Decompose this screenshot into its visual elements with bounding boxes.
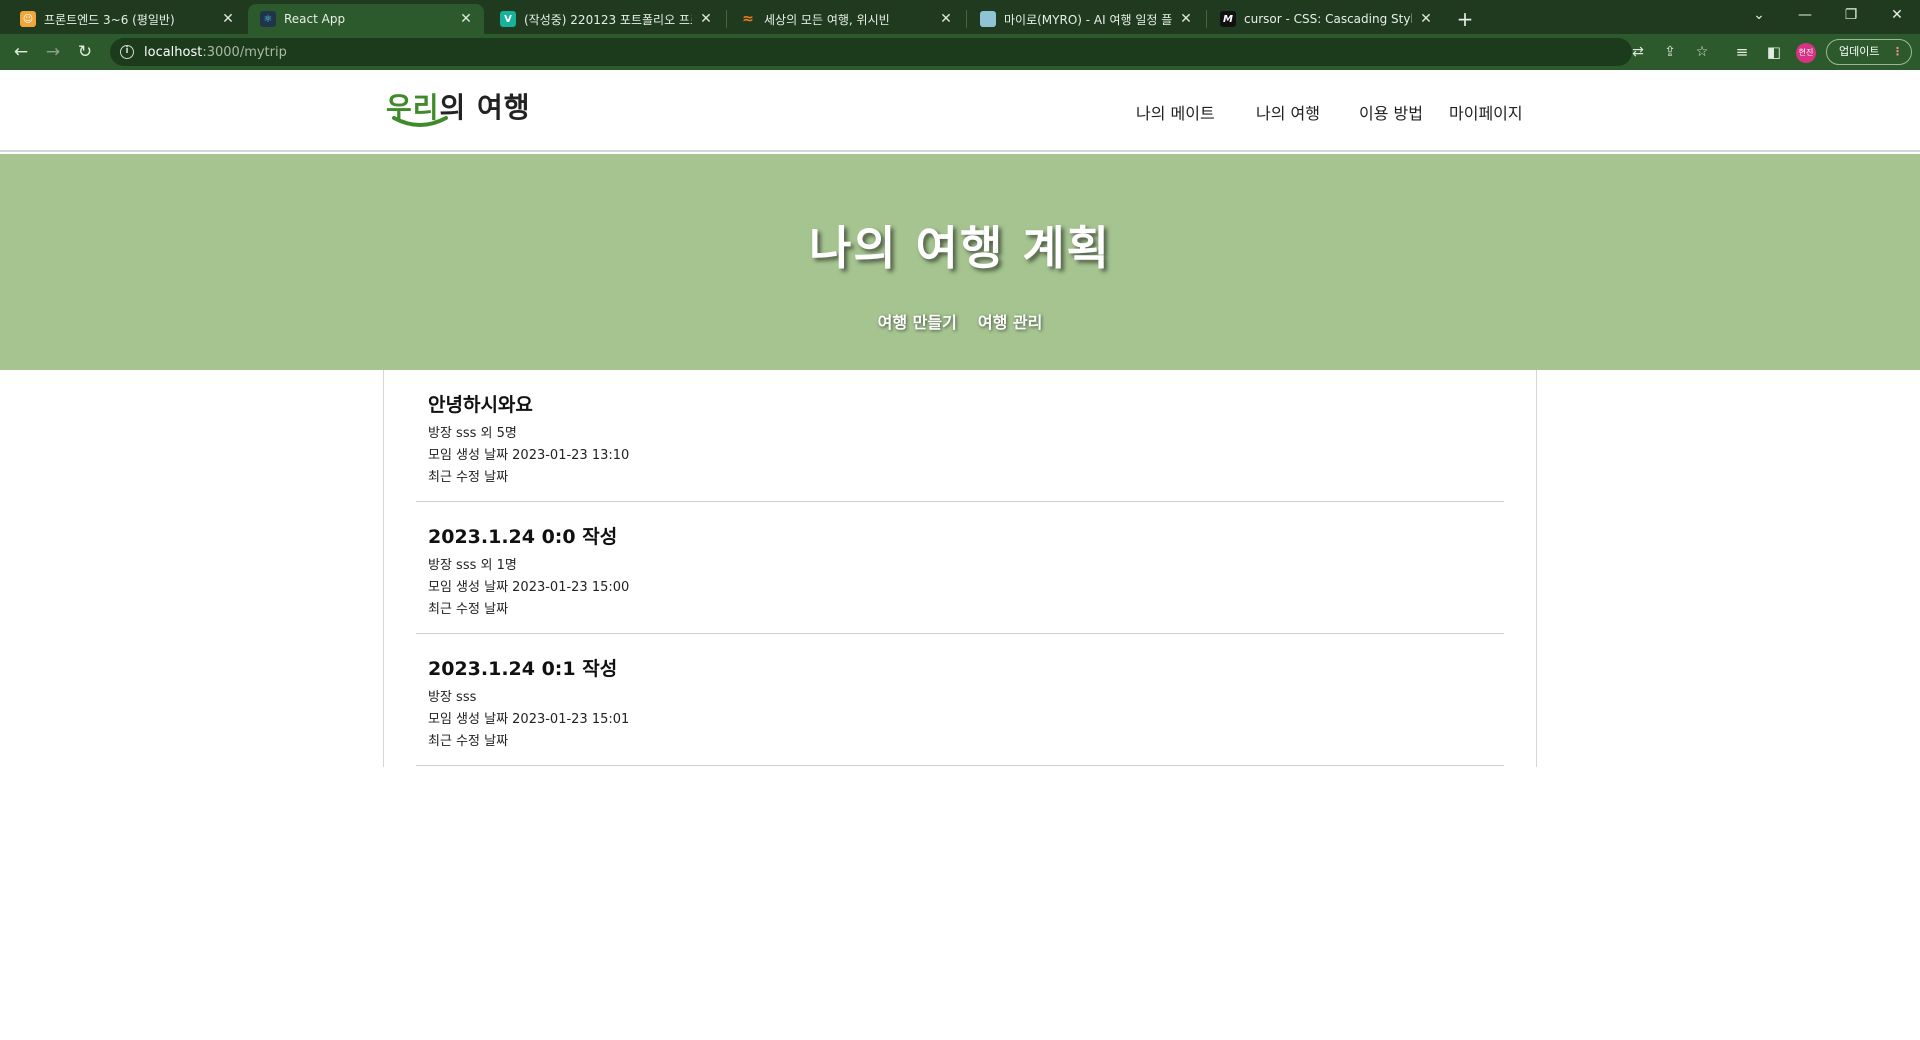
trip-host: 방장 sss (428, 690, 477, 705)
myro-icon (980, 11, 996, 27)
url-path: :3000/mytrip (202, 44, 287, 60)
close-icon[interactable]: ✕ (1418, 11, 1434, 27)
forward-arrow-icon[interactable]: → (40, 39, 66, 65)
browser-tab-5[interactable]: 마이로(MYRO) - AI 여행 일정 플 ✕ (968, 4, 1204, 34)
tab-separator (966, 10, 967, 28)
page-title: 나의 여행 계획 (809, 221, 1111, 275)
react-icon: ⚛ (260, 11, 276, 27)
browser-tab-6[interactable]: M cursor - CSS: Cascading Style Sh ✕ (1208, 4, 1444, 34)
trip-created-date: 모임 생성 날짜 2023-01-23 13:10 (428, 448, 630, 463)
side-panel-icon[interactable]: ◧ (1764, 42, 1784, 62)
close-icon[interactable]: ✕ (458, 11, 474, 27)
nav-how-to-use[interactable]: 이용 방법 (1359, 100, 1423, 124)
site-logo[interactable]: 우리의 여행 (386, 86, 531, 128)
address-bar[interactable]: i localhost:3000/mytrip (110, 38, 1632, 66)
browser-tab-4[interactable]: ≈ 세상의 모든 여행, 위시빈 ✕ (728, 4, 964, 34)
trip-created-date: 모임 생성 날짜 2023-01-23 15:00 (428, 580, 630, 595)
nav-my-page[interactable]: 마이페이지 (1449, 100, 1523, 124)
hero-banner: 나의 여행 계획 여행 만들기 여행 관리 (0, 154, 1920, 370)
reading-list-icon[interactable]: ≡ (1732, 42, 1752, 62)
window-close-icon[interactable]: ✕ (1874, 0, 1920, 30)
hero-links: 여행 만들기 여행 관리 (0, 309, 1920, 333)
nav-my-mate[interactable]: 나의 메이트 (1136, 100, 1215, 124)
trip-modified-date: 최근 수정 날짜 (428, 602, 509, 617)
trip-card[interactable]: 2023.1.24 0:1 작성 방장 sss 모임 생성 날짜 2023-01… (416, 634, 1504, 766)
browser-tab-1[interactable]: ☺ 프론트엔드 3~6 (평일반) ✕ (8, 4, 246, 34)
nav-my-trip[interactable]: 나의 여행 (1256, 100, 1320, 124)
logo-text-rest: 의 여행 (439, 91, 531, 124)
trip-modified-date: 최근 수정 날짜 (428, 470, 509, 485)
reload-icon[interactable]: ↻ (72, 39, 98, 65)
trip-host: 방장 sss 외 5명 (428, 426, 517, 441)
update-label: 업데이트 (1839, 45, 1880, 58)
close-icon[interactable]: ✕ (698, 11, 714, 27)
profile-avatar[interactable]: 현진 (1796, 43, 1816, 63)
manage-trip-link[interactable]: 여행 관리 (978, 309, 1042, 333)
trip-card[interactable]: 2023.1.24 0:0 작성 방장 sss 외 1명 모임 생성 날짜 20… (416, 502, 1504, 634)
tab-search-icon[interactable]: ⌄ (1736, 0, 1782, 30)
tab-separator (726, 10, 727, 28)
tab-separator (1206, 10, 1207, 28)
url-host: localhost (144, 44, 203, 60)
trip-title: 2023.1.24 0:0 작성 (428, 526, 618, 548)
close-icon[interactable]: ✕ (220, 11, 236, 27)
logo-smile-icon (392, 116, 448, 127)
trip-created-date: 모임 생성 날짜 2023-01-23 15:01 (428, 712, 630, 727)
trip-modified-date: 최근 수정 날짜 (428, 734, 509, 749)
browser-tab-2[interactable]: ⚛ React App ✕ (248, 4, 484, 34)
minimize-icon[interactable]: — (1782, 0, 1828, 30)
site-header: 우리의 여행 나의 메이트 나의 여행 이용 방법 마이페이지 (0, 70, 1920, 152)
trip-card[interactable]: 안녕하시와요 방장 sss 외 5명 모임 생성 날짜 2023-01-23 1… (416, 370, 1504, 502)
restore-icon[interactable]: ❐ (1828, 0, 1874, 30)
trip-host: 방장 sss 외 1명 (428, 558, 517, 573)
close-icon[interactable]: ✕ (1178, 11, 1194, 27)
back-arrow-icon[interactable]: ← (8, 39, 34, 65)
browser-tab-strip: ☺ 프론트엔드 3~6 (평일반) ✕ ⚛ React App ✕ V (작성중… (0, 0, 1920, 34)
close-icon[interactable]: ✕ (938, 11, 954, 27)
new-tab-button[interactable]: + (1452, 6, 1478, 32)
mdn-icon: M (1220, 11, 1236, 27)
browser-toolbar: ← → ↻ i localhost:3000/mytrip ⇄ ⇪ ☆ ≡ ◧ … (0, 34, 1920, 70)
share-icon[interactable]: ⇪ (1661, 43, 1679, 61)
update-button[interactable]: 업데이트 ⋮ (1826, 39, 1912, 65)
translate-icon[interactable]: ⇄ (1629, 43, 1647, 61)
create-trip-link[interactable]: 여행 만들기 (878, 309, 957, 333)
v-logo-icon: V (500, 11, 516, 27)
trip-list: 안녕하시와요 방장 sss 외 5명 모임 생성 날짜 2023-01-23 1… (383, 370, 1537, 767)
trip-title: 2023.1.24 0:1 작성 (428, 658, 618, 680)
trip-title: 안녕하시와요 (428, 394, 533, 416)
wishbeen-icon: ≈ (742, 11, 754, 27)
site-info-icon[interactable]: i (120, 45, 134, 59)
bookmark-star-icon[interactable]: ☆ (1693, 43, 1711, 61)
browser-tab-3[interactable]: V (작성중) 220123 포트폴리오 프로 ✕ (488, 4, 724, 34)
emoji-face-icon: ☺ (20, 11, 36, 27)
more-menu-icon: ⋮ (1892, 45, 1903, 58)
page: 우리의 여행 나의 메이트 나의 여행 이용 방법 마이페이지 나의 여행 계획… (0, 70, 1920, 1040)
